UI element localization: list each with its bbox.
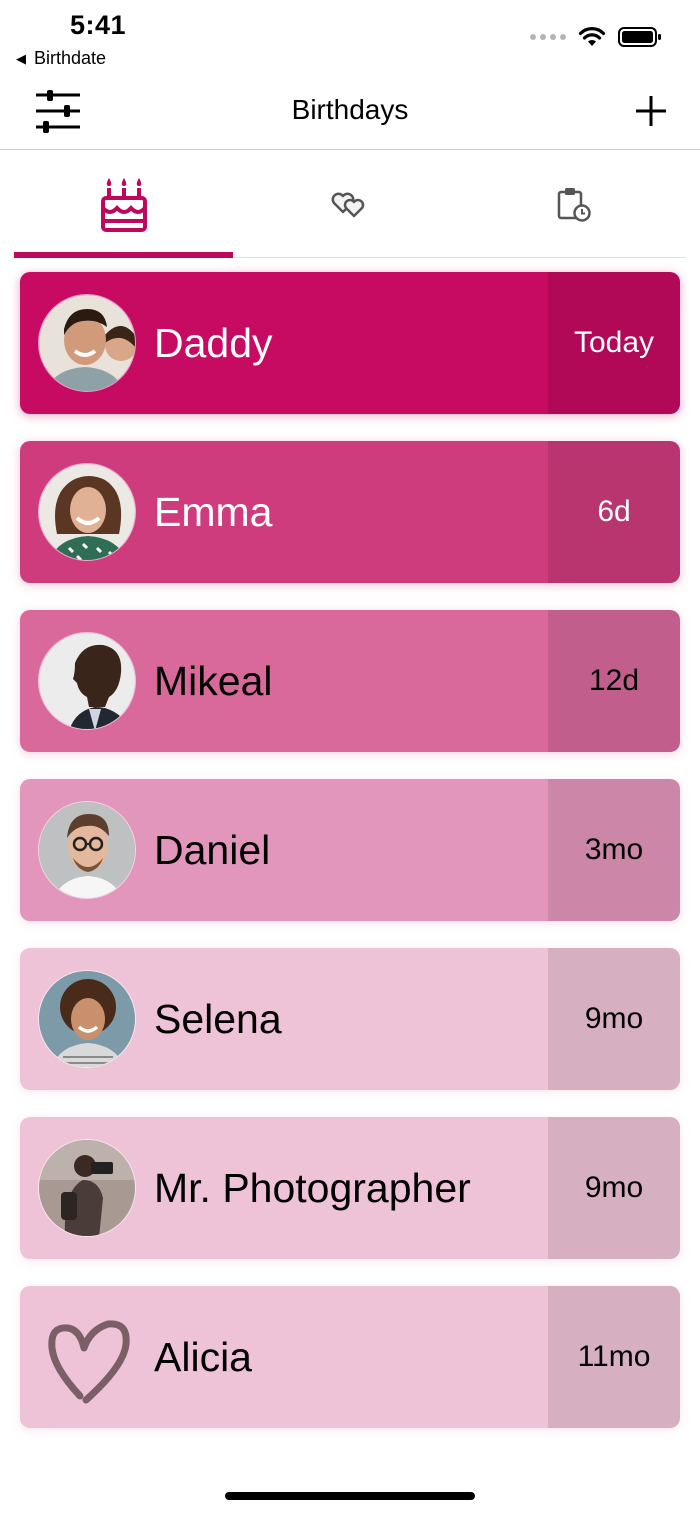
avatar xyxy=(38,632,136,730)
battery-icon xyxy=(618,27,661,47)
avatar xyxy=(38,1139,136,1237)
birthday-row-mikeal[interactable]: Mikeal 12d xyxy=(20,610,680,752)
avatar xyxy=(38,294,136,392)
navigation-bar: Birthdays xyxy=(0,72,700,150)
birthday-row-alicia[interactable]: Alicia 11mo xyxy=(20,1286,680,1428)
tab-anniversaries[interactable] xyxy=(239,150,459,258)
contact-name: Daddy xyxy=(154,320,273,366)
back-app-label: Birthdate xyxy=(34,48,107,68)
status-indicators xyxy=(530,26,662,48)
heart-icon xyxy=(48,1320,130,1404)
contact-name: Daniel xyxy=(154,827,271,873)
contact-name: Mikeal xyxy=(154,658,273,704)
active-tab-indicator xyxy=(14,252,233,258)
birthday-row-daddy[interactable]: Daddy Today xyxy=(20,272,680,414)
back-to-app-link[interactable]: ◀ Birthdate xyxy=(16,48,106,69)
avatar xyxy=(38,463,136,561)
contact-name: Alicia xyxy=(154,1334,252,1380)
birthday-row-daniel[interactable]: Daniel 3mo xyxy=(20,779,680,921)
avatar xyxy=(38,1308,136,1406)
contact-name: Selena xyxy=(154,996,282,1042)
tab-reminders[interactable] xyxy=(464,150,684,258)
days-until-badge: 11mo xyxy=(548,1286,680,1428)
contact-name: Mr. Photographer xyxy=(154,1165,471,1211)
days-until-badge: 12d xyxy=(548,610,680,752)
back-arrow-icon: ◀ xyxy=(16,50,26,66)
home-indicator xyxy=(225,1492,475,1500)
plus-icon[interactable] xyxy=(634,94,668,128)
birthday-list: Daddy Today Emma 6d Mikeal 12d Daniel 3m… xyxy=(20,272,680,1455)
avatar xyxy=(38,970,136,1068)
days-until-badge: 9mo xyxy=(548,1117,680,1259)
wifi-icon xyxy=(578,27,606,46)
status-time: 5:41 xyxy=(70,10,127,40)
days-until-badge: Today xyxy=(548,272,680,414)
birthday-cake-icon xyxy=(101,178,147,232)
contact-name: Emma xyxy=(154,489,273,535)
avatar xyxy=(38,801,136,899)
days-until-badge: 9mo xyxy=(548,948,680,1090)
days-until-badge: 3mo xyxy=(548,779,680,921)
clipboard-clock-icon xyxy=(557,188,591,222)
hearts-icon xyxy=(331,192,365,218)
birthday-row-selena[interactable]: Selena 9mo xyxy=(20,948,680,1090)
tab-birthdays[interactable] xyxy=(14,150,234,258)
signal-dots-icon xyxy=(530,34,566,40)
birthday-row-mr-photographer[interactable]: Mr. Photographer 9mo xyxy=(20,1117,680,1259)
page-title: Birthdays xyxy=(291,94,409,125)
days-until-badge: 6d xyxy=(548,441,680,583)
birthday-row-emma[interactable]: Emma 6d xyxy=(20,441,680,583)
tab-bar xyxy=(14,150,686,258)
